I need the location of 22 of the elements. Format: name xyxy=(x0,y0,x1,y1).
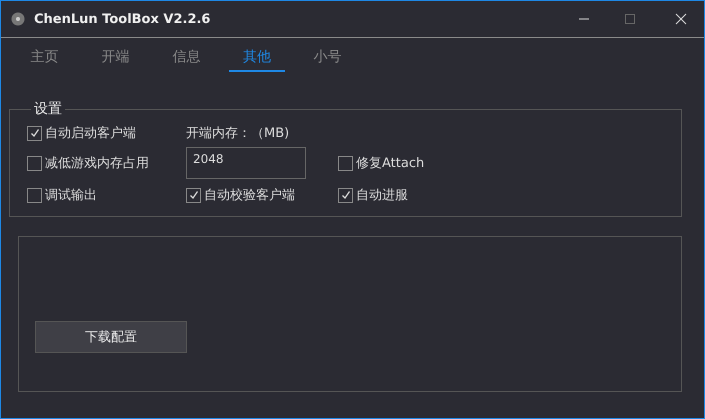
check-icon xyxy=(188,190,198,200)
checkbox[interactable]: 调试输出 xyxy=(27,186,186,204)
tab[interactable]: 主页 xyxy=(9,38,80,72)
check-icon xyxy=(340,190,350,200)
maximize-icon[interactable] xyxy=(624,13,636,25)
tab[interactable]: 信息 xyxy=(151,38,222,72)
download-button[interactable]: 下载配置 xyxy=(35,321,187,353)
checkbox[interactable]: 修复Attach xyxy=(338,154,681,172)
memory-label: 开端内存：（MB) xyxy=(186,125,290,142)
checkbox[interactable]: 自动进服 xyxy=(338,186,681,204)
group-title: 设置 xyxy=(33,100,63,118)
close-icon[interactable] xyxy=(675,13,687,25)
checkbox[interactable]: 减低游戏内存占用 xyxy=(27,154,186,172)
window-title: ChenLun ToolBox V2.2.6 xyxy=(34,12,210,26)
check-icon xyxy=(30,128,40,138)
tab[interactable]: 开端 xyxy=(80,38,151,72)
tab[interactable]: 小号 xyxy=(292,38,363,72)
disc-icon xyxy=(11,12,25,26)
tab[interactable]: 其他 xyxy=(229,38,285,72)
checkbox[interactable]: 自动校验客户端 xyxy=(186,186,338,204)
memory-field[interactable]: 2048 xyxy=(186,147,306,179)
checkbox[interactable]: 自动启动客户端 xyxy=(27,124,186,142)
